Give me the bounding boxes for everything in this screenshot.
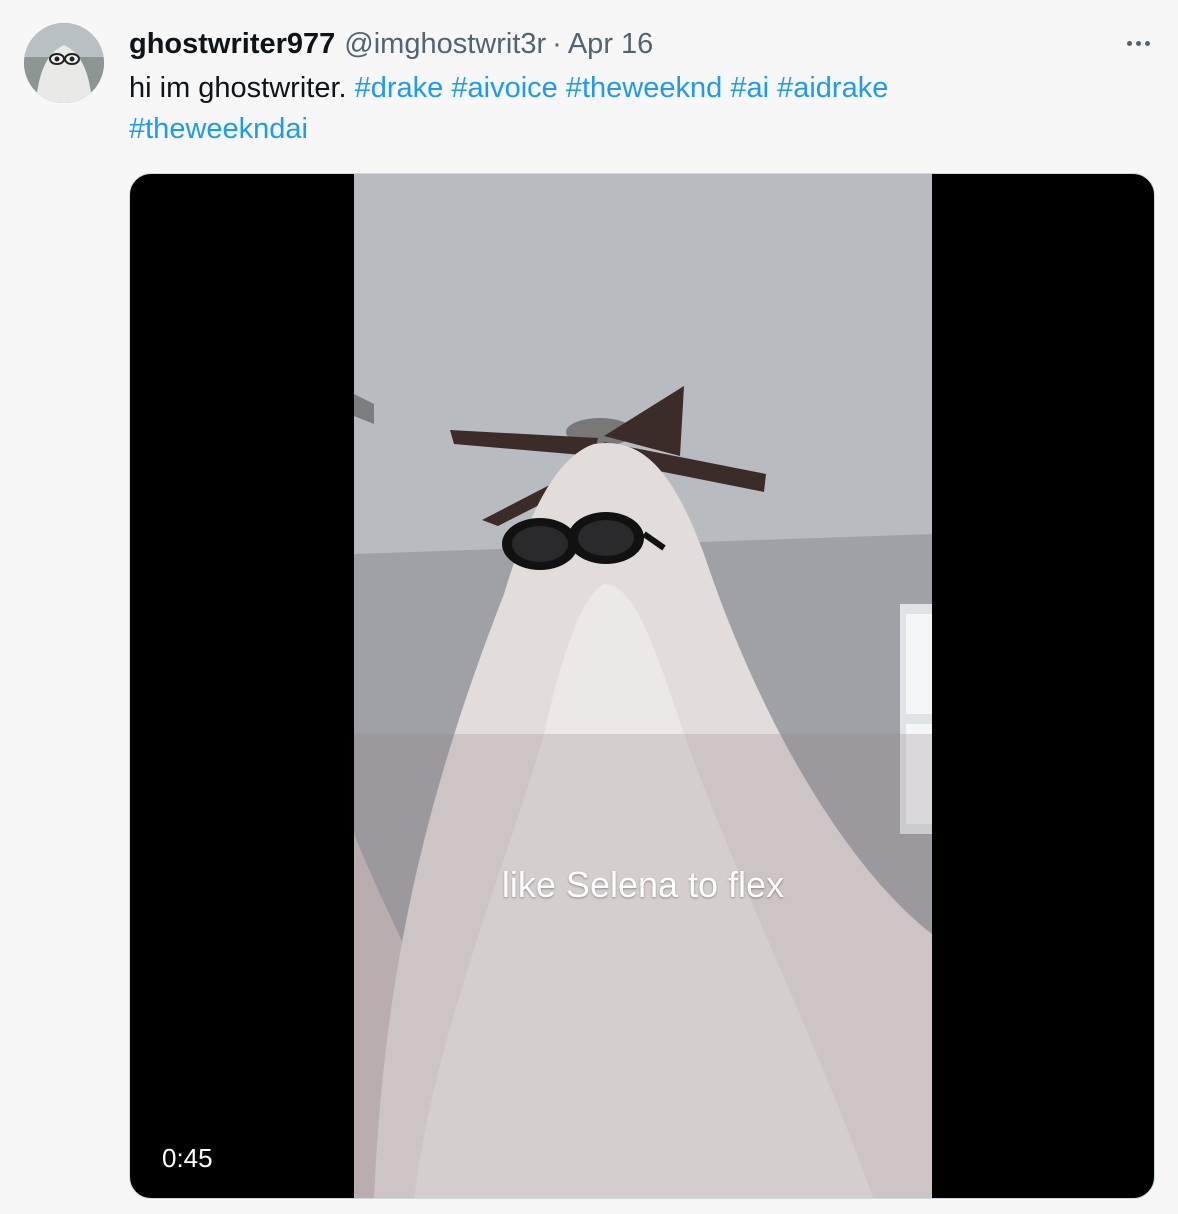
hashtag-link[interactable]: #aivoice [451, 72, 557, 104]
more-horizontal-icon[interactable] [1120, 28, 1156, 58]
avatar[interactable] [24, 23, 104, 103]
hashtag-link[interactable]: #ai [730, 72, 769, 104]
tweet-text-plain: hi im ghostwriter. [129, 72, 347, 104]
video-caption: like Selena to flex [501, 864, 785, 905]
tweet-text: hi im ghostwriter. #drake #aivoice #thew… [129, 68, 1129, 150]
hashtag-link[interactable]: #drake [355, 72, 444, 104]
separator-dot: · [552, 27, 562, 60]
hashtag-link[interactable]: #theweeknd [566, 72, 722, 104]
video-duration: 0:45 [152, 1139, 223, 1178]
video-frame[interactable]: like Selena to flex [354, 174, 932, 1198]
display-name[interactable]: ghostwriter977 [129, 28, 335, 61]
tweet-header: ghostwriter977 @imghostwrit3r · Apr 16 [129, 26, 653, 62]
hashtag-link[interactable]: #theweekndai [129, 113, 308, 145]
hashtag-link[interactable]: #aidrake [777, 72, 888, 104]
user-handle[interactable]: @imghostwrit3r [344, 28, 546, 61]
tweet-date[interactable]: Apr 16 [568, 28, 653, 61]
video-player[interactable]: like Selena to flex 0:45 [129, 173, 1155, 1199]
